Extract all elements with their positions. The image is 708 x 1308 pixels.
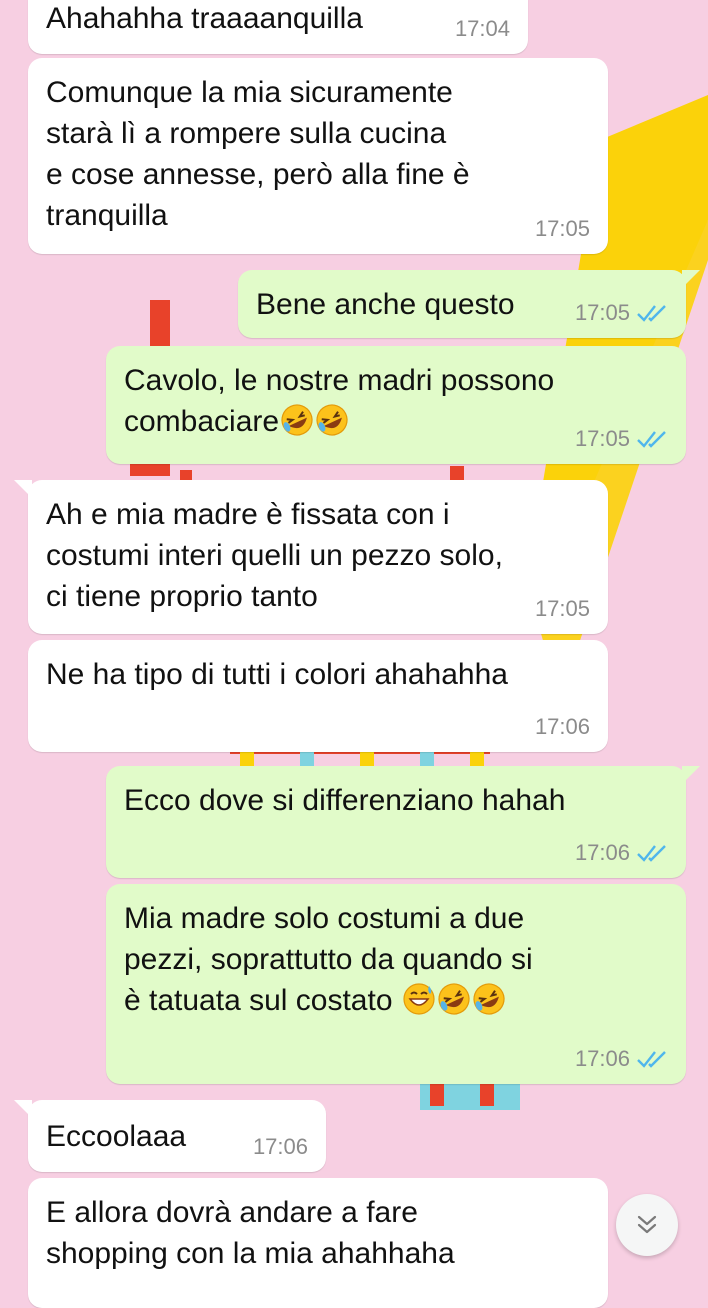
time-label: 17:05 [574,426,630,451]
message-time: 17:05 [575,300,668,326]
message-incoming[interactable]: Ah e mia madre è fissata con i costumi i… [14,480,608,634]
message-time: 17:06 [575,1046,668,1072]
bubble-tail [682,766,700,784]
message-text: Mia madre solo costumi a due pezzi, sopr… [124,898,668,1021]
message-time: 17:05 [575,426,668,452]
message-time: 17:06 [253,1134,308,1160]
time-label: 17:06 [534,714,590,739]
rolling-on-floor-laughing-icon [473,983,505,1015]
message-time: 17:05 [535,596,590,622]
message-outgoing[interactable]: Bene anche questo 17:05 [238,270,700,338]
message-text: Comunque la mia sicuramente starà lì a r… [46,76,470,232]
bubble-tail [682,270,700,288]
message-incoming[interactable]: E allora dovrà andare a fare shopping co… [28,1178,608,1308]
message-text: Ne ha tipo di tutti i colori ahahahha [46,658,508,691]
grinning-sweat-icon [403,983,435,1015]
time-label: 17:06 [252,1134,308,1159]
message-time: 17:04 [455,16,510,42]
message-outgoing[interactable]: Cavolo, le nostre madri possono combacia… [106,346,686,464]
message-text: Ahahahha traaaanquilla [46,2,363,35]
double-chevron-down-icon [637,1215,657,1234]
bubble-tail [14,1100,32,1118]
time-label: 17:06 [574,840,630,865]
double-check-icon [637,305,666,322]
message-time: 17:05 [535,216,590,242]
time-label: 17:05 [534,216,590,241]
time-label: 17:04 [454,16,510,41]
double-check-icon [637,845,666,862]
double-check-icon [637,1051,666,1068]
bubble-tail [14,480,32,498]
scroll-to-bottom-button[interactable] [616,1194,678,1256]
time-label: 17:06 [574,1046,630,1071]
message-incoming[interactable]: Ahahahha traaaanquilla 17:04 [28,0,528,54]
message-incoming[interactable]: Comunque la mia sicuramente starà lì a r… [28,58,608,254]
message-text: E allora dovrà andare a fare shopping co… [46,1196,455,1270]
time-label: 17:05 [574,300,630,325]
message-text: Ah e mia madre è fissata con i costumi i… [46,498,503,613]
message-incoming[interactable]: Ne ha tipo di tutti i colori ahahahha 17… [28,640,608,752]
message-incoming[interactable]: Eccoolaaa 17:06 [14,1100,326,1172]
rolling-on-floor-laughing-icon [281,404,313,436]
rolling-on-floor-laughing-icon [438,983,470,1015]
time-label: 17:05 [534,596,590,621]
message-time: 17:06 [575,840,668,866]
double-check-icon [637,431,666,448]
message-outgoing[interactable]: Ecco dove si differenziano hahah 17:06 [106,766,700,878]
rolling-on-floor-laughing-icon [316,404,348,436]
message-time: 17:06 [535,714,590,740]
chat-message-list[interactable]: Ahahahha traaaanquilla 17:04 Comunque la… [0,0,708,1308]
message-outgoing[interactable]: Mia madre solo costumi a due pezzi, sopr… [106,884,686,1084]
message-text: Ecco dove si differenziano hahah [124,784,566,817]
